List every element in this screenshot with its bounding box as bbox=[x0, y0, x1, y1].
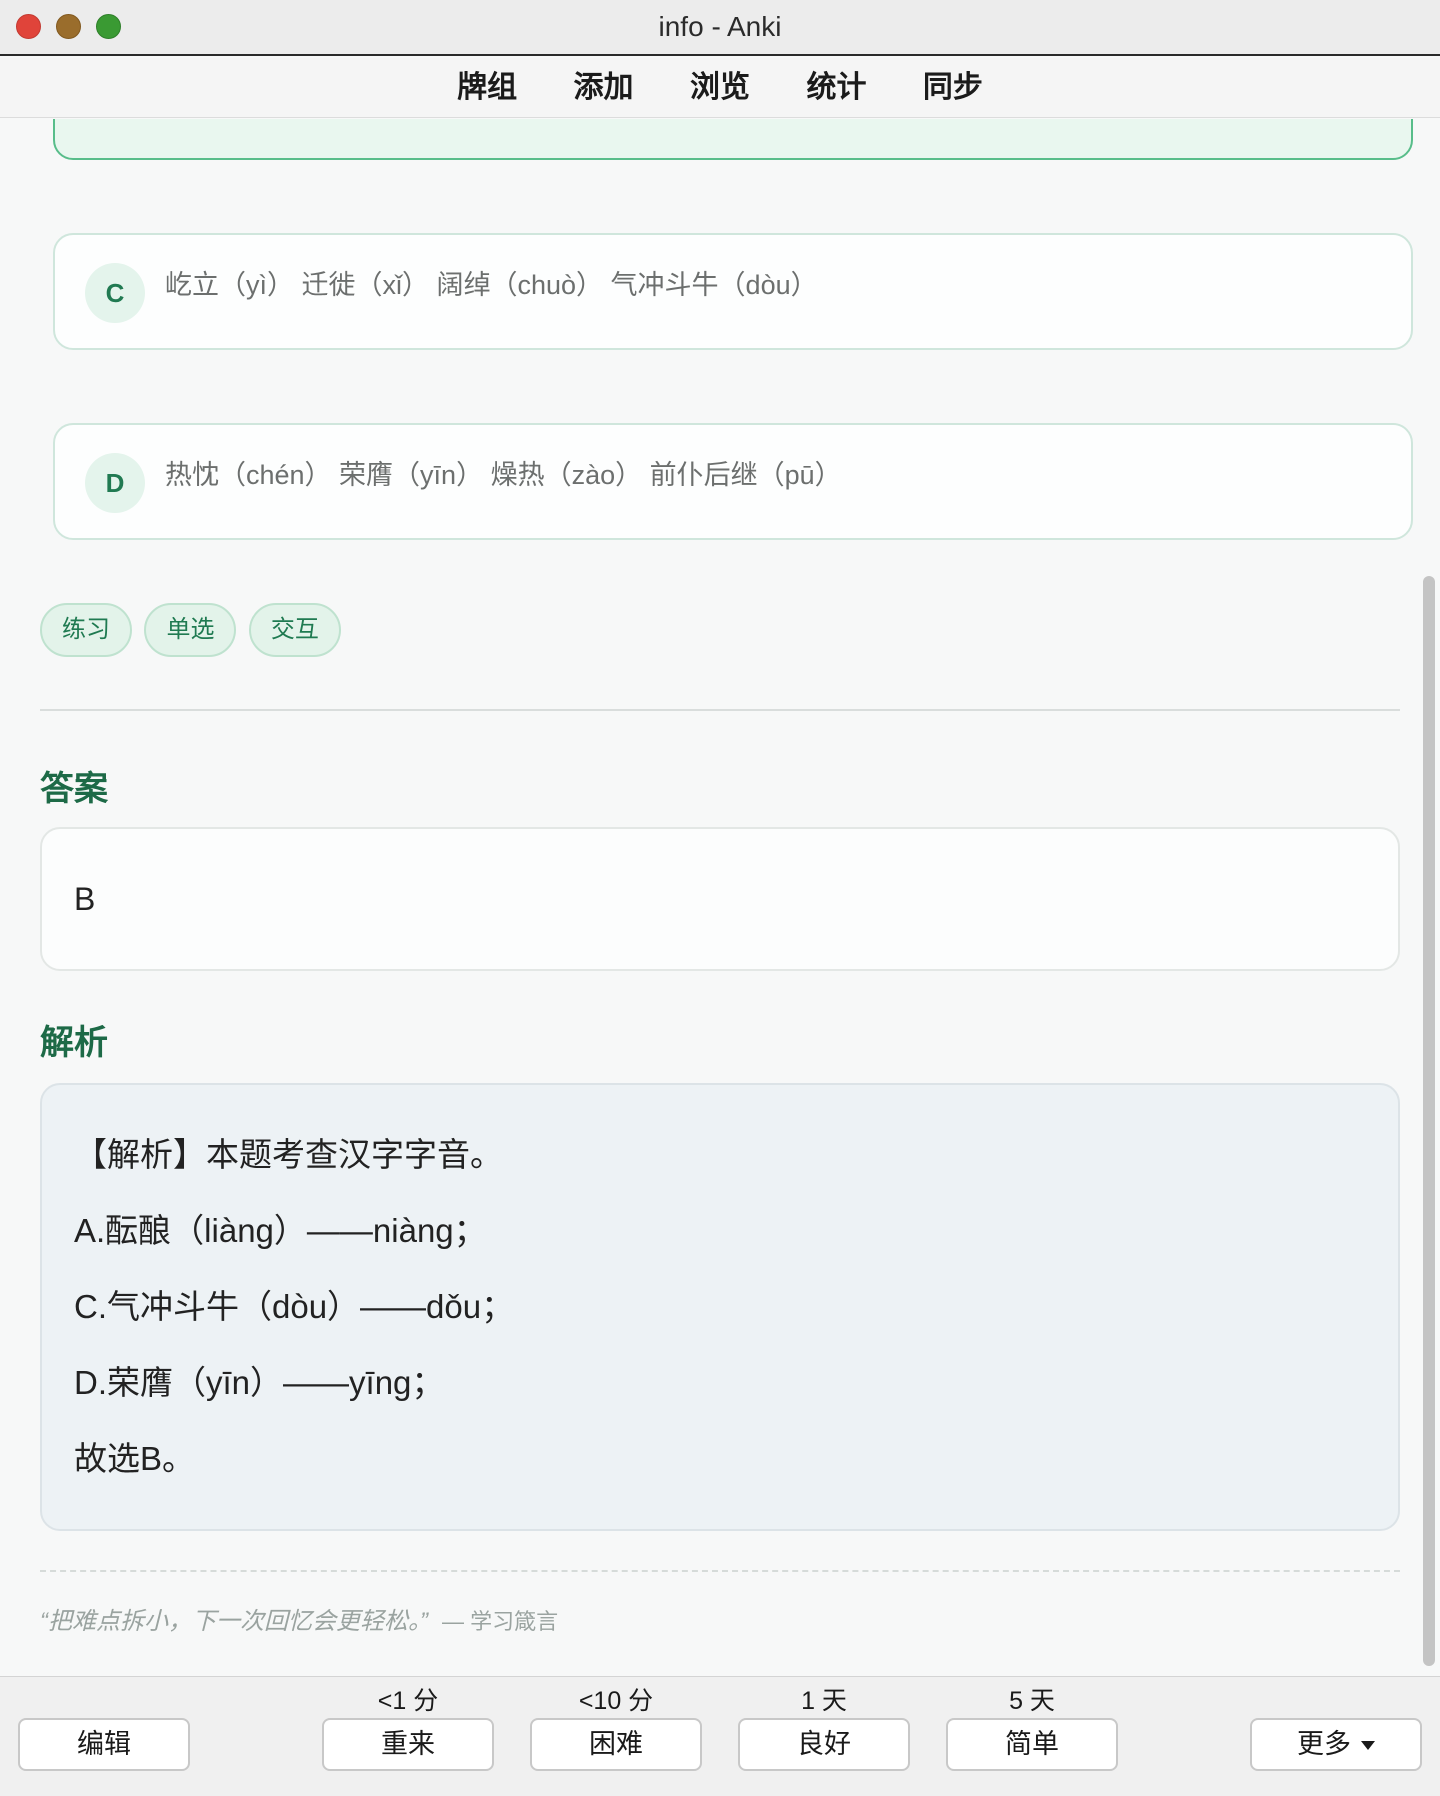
main-toolbar: 牌组 添加 浏览 统计 同步 bbox=[0, 58, 1440, 118]
review-bottom-bar: <1 分 <10 分 1 天 5 天 编辑 重来 困难 良好 简单 更多 bbox=[0, 1676, 1440, 1796]
toolbar-add[interactable]: 添加 bbox=[574, 68, 634, 108]
tag-single-choice: 单选 bbox=[144, 603, 237, 657]
again-button[interactable]: 重来 bbox=[322, 1718, 494, 1771]
again-interval: <1 分 bbox=[377, 1687, 439, 1715]
window-title: info - Anki bbox=[658, 11, 782, 42]
toolbar-stats[interactable]: 统计 bbox=[806, 68, 866, 108]
tag-practice: 练习 bbox=[40, 603, 132, 657]
option-c-card[interactable]: C 屹立（yì） 迁徙（xǐ） 阔绰（chuò） 气冲斗牛（dòu） bbox=[53, 233, 1413, 350]
quote-source: — 学习箴言 bbox=[441, 1609, 559, 1634]
easy-interval: 5 天 bbox=[1009, 1687, 1055, 1715]
analysis-line: A.酝酿（liàng）——niàng； bbox=[74, 1212, 487, 1249]
window-titlebar: info - Anki bbox=[0, 0, 1440, 56]
study-quote: “把难点拆小，下一次回忆会更轻松。” — 学习箴言 bbox=[40, 1601, 558, 1636]
vertical-scrollbar[interactable] bbox=[1423, 576, 1435, 1666]
more-button[interactable]: 更多 bbox=[1250, 1718, 1422, 1771]
quote-text: “把难点拆小，下一次回忆会更轻松。” bbox=[40, 1608, 428, 1635]
option-selected-card[interactable] bbox=[53, 119, 1413, 160]
option-c-text: 屹立（yì） 迁徙（xǐ） 阔绰（chuò） 气冲斗牛（dòu） bbox=[165, 270, 818, 300]
hard-button[interactable]: 困难 bbox=[530, 1718, 702, 1771]
analysis-line: C.气冲斗牛（dòu）——dǒu； bbox=[74, 1288, 515, 1325]
good-button[interactable]: 良好 bbox=[738, 1718, 910, 1771]
analysis-heading: 解析 bbox=[40, 1024, 108, 1062]
toolbar-decks[interactable]: 牌组 bbox=[457, 68, 517, 108]
toolbar-sync[interactable]: 同步 bbox=[923, 68, 983, 108]
answer-heading: 答案 bbox=[40, 770, 108, 808]
more-label: 更多 bbox=[1297, 1729, 1351, 1759]
option-d-badge: D bbox=[85, 453, 145, 513]
card-content: C 屹立（yì） 迁徙（xǐ） 阔绰（chuò） 气冲斗牛（dòu） D 热忱（… bbox=[0, 119, 1440, 1675]
caret-down-icon bbox=[1361, 1741, 1375, 1751]
analysis-box: 【解析】本题考查汉字字音。 A.酝酿（liàng）——niàng； C.气冲斗牛… bbox=[40, 1083, 1400, 1531]
edit-button[interactable]: 编辑 bbox=[18, 1718, 190, 1771]
quote-divider bbox=[40, 1570, 1400, 1572]
analysis-line: 【解析】本题考查汉字字音。 bbox=[74, 1136, 503, 1173]
answer-box: B bbox=[40, 827, 1400, 971]
toolbar-browse[interactable]: 浏览 bbox=[690, 68, 750, 108]
good-interval: 1 天 bbox=[801, 1687, 847, 1715]
option-d-text: 热忱（chén） 荣膺（yīn） 燥热（zào） 前仆后继（pū） bbox=[165, 460, 842, 490]
analysis-line: 故选B。 bbox=[74, 1440, 196, 1477]
answer-value: B bbox=[74, 881, 96, 917]
option-d-card[interactable]: D 热忱（chén） 荣膺（yīn） 燥热（zào） 前仆后继（pū） bbox=[53, 423, 1413, 540]
section-divider bbox=[40, 709, 1400, 711]
tag-list: 练习 单选 交互 bbox=[40, 603, 349, 657]
analysis-line: D.荣膺（yīn）——yīng； bbox=[74, 1364, 445, 1401]
tag-interactive: 交互 bbox=[248, 603, 341, 657]
hard-interval: <10 分 bbox=[578, 1687, 654, 1715]
easy-button[interactable]: 简单 bbox=[946, 1718, 1118, 1771]
option-c-badge: C bbox=[85, 263, 145, 323]
